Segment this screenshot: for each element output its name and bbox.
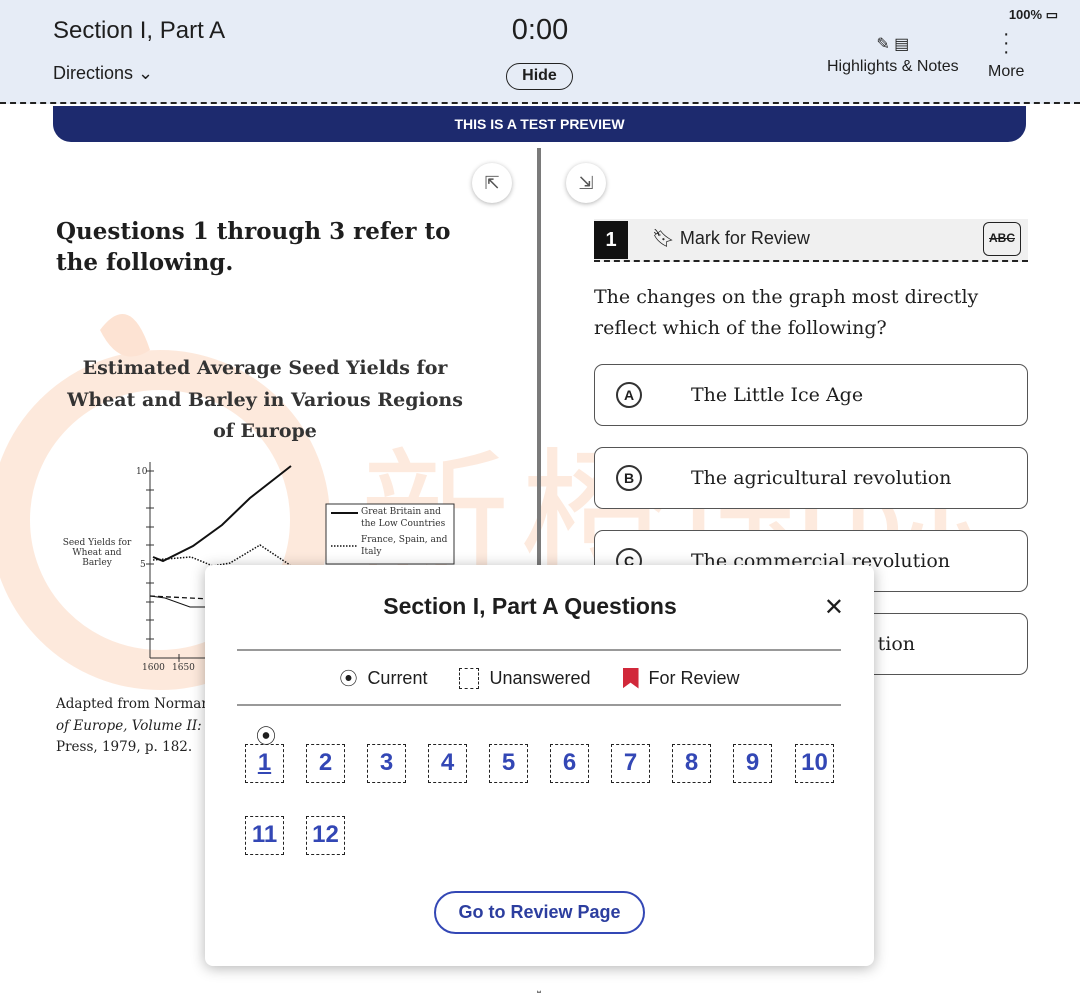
question-12-button[interactable]: 12 [306, 816, 345, 855]
question-navigator-popup: Section I, Part A Questions ✕ ⦿ Current U… [205, 565, 874, 966]
mark-label: Mark for Review [679, 228, 810, 248]
battery-status: 100% ▭ [1009, 7, 1058, 23]
option-a[interactable]: A The Little Ice Age [594, 364, 1028, 426]
go-to-review-page-button[interactable]: Go to Review Page [434, 891, 645, 934]
top-bar: Section I, Part A Directions ⌄ 0:00 Hide… [0, 0, 1080, 104]
option-letter: A [616, 382, 642, 408]
legend-entry: Great Britain and the Low Countries [361, 507, 446, 529]
option-text: The Little Ice Age [691, 384, 864, 406]
question-10-button[interactable]: 10 [795, 744, 834, 783]
more-label: More [988, 63, 1025, 80]
option-text: The agricultural revolution [691, 467, 952, 489]
question-6-button[interactable]: 6 [550, 744, 589, 783]
passage-heading: Questions 1 through 3 refer to the follo… [56, 218, 451, 276]
status-legend: ⦿ Current Unanswered For Review [205, 665, 874, 691]
answer-eliminator-button[interactable]: ABC [983, 222, 1021, 256]
question-8-button[interactable]: 8 [672, 744, 711, 783]
x-tick-label: 1650 [172, 663, 195, 673]
hide-timer-button[interactable]: Hide [506, 63, 573, 90]
source-citation: Adapted from Norman of Europe, Volume II:… [56, 694, 215, 759]
highlights-notes-button[interactable]: ✎ ▤ Highlights & Notes [827, 34, 959, 76]
y-tick-label: 5 [140, 560, 146, 570]
directions-label: Directions [53, 63, 134, 83]
highlighter-icon: ✎ ▤ [876, 36, 910, 53]
y-tick-label: 10 [136, 467, 148, 477]
close-icon[interactable]: ✕ [824, 593, 844, 622]
directions-dropdown[interactable]: Directions ⌄ [53, 63, 153, 84]
legend-unanswered: Unanswered [489, 667, 591, 688]
expand-left-pane-icon[interactable]: ⇱ [472, 163, 512, 203]
option-text: tion [877, 633, 915, 655]
divider [237, 649, 841, 651]
popup-title: Section I, Part A Questions [383, 593, 677, 619]
location-pin-icon: ⦿ [339, 669, 358, 689]
source-line: of Europe, Volume II: 1 [56, 717, 215, 734]
question-4-button[interactable]: 4 [428, 744, 467, 783]
question-5-button[interactable]: 5 [489, 744, 528, 783]
y-axis-label: Seed Yields for Wheat and Barley [62, 538, 132, 568]
series-great-britain-line [152, 465, 292, 563]
highlights-label: Highlights & Notes [827, 58, 959, 75]
question-1-button[interactable]: 1 [245, 744, 284, 783]
legend-entry: France, Spain, and Italy [361, 535, 448, 557]
more-button[interactable]: · · · More [988, 23, 1025, 81]
source-line: Adapted from Norman [56, 696, 211, 712]
question-2-button[interactable]: 2 [306, 744, 345, 783]
divider [237, 704, 841, 706]
bookmark-icon: 🔖︎ [652, 228, 675, 248]
question-11-button[interactable]: 11 [245, 816, 284, 855]
popup-pointer [505, 962, 573, 992]
legend-current: Current [367, 667, 428, 688]
unanswered-box-icon [459, 667, 480, 689]
battery-percent: 100% [1008, 7, 1043, 22]
question-7-button[interactable]: 7 [611, 744, 650, 783]
question-number: 1 [594, 221, 628, 259]
mark-for-review-button[interactable]: 🔖︎ Mark for Review [652, 228, 810, 249]
question-3-button[interactable]: 3 [367, 744, 406, 783]
legend-review: For Review [648, 667, 740, 688]
expand-right-pane-icon[interactable]: ⇲ [566, 163, 606, 203]
bookmark-flag-icon [622, 667, 639, 689]
series-thin-line [149, 595, 210, 608]
chevron-down-icon: ⌄ [138, 63, 154, 83]
test-preview-banner: THIS IS A TEST PREVIEW [53, 106, 1026, 142]
option-letter: B [616, 465, 642, 491]
more-vertical-icon: · · · [1002, 23, 1010, 63]
chart-title: Estimated Average Seed Yields for Wheat … [67, 357, 463, 442]
battery-icon: ▭ [1045, 7, 1058, 22]
source-line: Press, 1979, p. 182. [56, 739, 193, 755]
question-text: The changes on the graph most directly r… [594, 286, 979, 339]
x-tick-label: 1600 [142, 663, 165, 673]
question-9-button[interactable]: 9 [733, 744, 772, 783]
option-b[interactable]: B The agricultural revolution [594, 447, 1028, 509]
